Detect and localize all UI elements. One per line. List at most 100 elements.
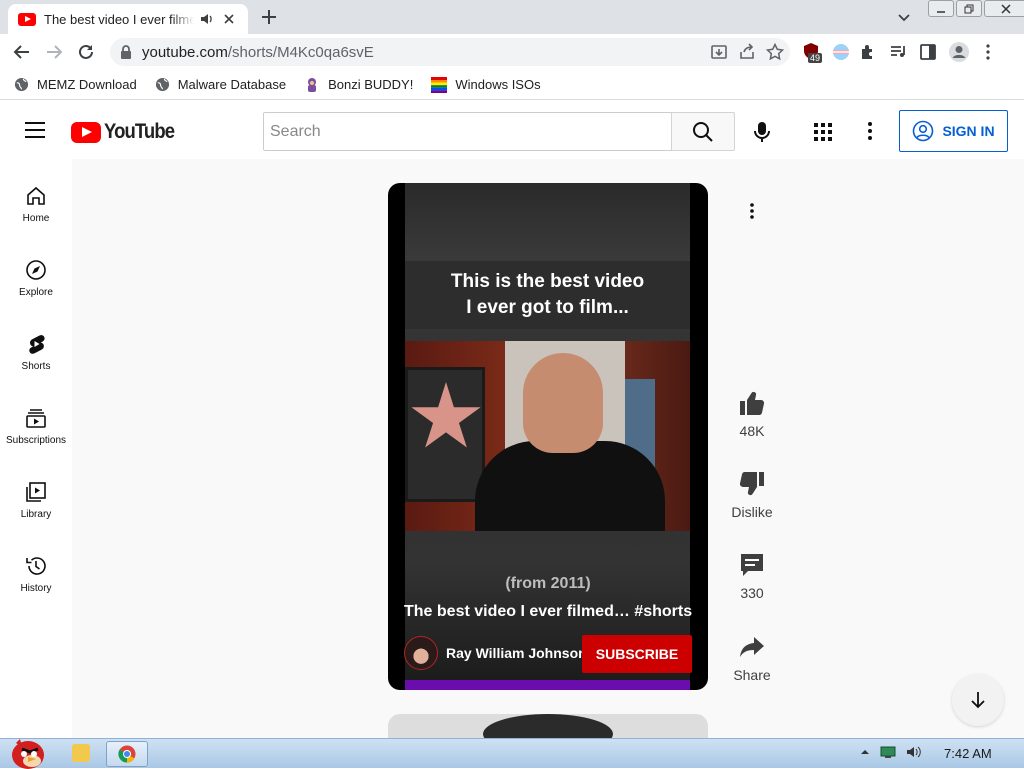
tray-expand-icon[interactable] <box>860 747 870 757</box>
profile-avatar-icon[interactable] <box>946 41 972 63</box>
voice-search-button[interactable] <box>745 115 779 149</box>
sidebar-item-explore[interactable]: Explore <box>0 249 72 313</box>
like-count: 48K <box>739 423 765 439</box>
like-button[interactable]: 48K <box>722 389 782 439</box>
settings-more-icon[interactable] <box>862 119 878 143</box>
youtube-logo[interactable]: YouTube <box>71 120 184 144</box>
lock-icon[interactable] <box>120 45 132 59</box>
bookmark-malware-database[interactable]: Malware Database <box>155 77 286 92</box>
search-button[interactable] <box>671 112 735 151</box>
start-button-angry-bird-icon[interactable] <box>6 731 48 769</box>
arrow-down-icon <box>971 692 985 709</box>
globe-icon <box>155 77 169 92</box>
share-button[interactable]: Share <box>722 633 782 683</box>
bookmark-memz[interactable]: MEMZ Download <box>14 77 137 92</box>
side-panel-icon[interactable] <box>916 43 940 61</box>
sidebar-item-label: Explore <box>19 287 53 298</box>
sign-in-button[interactable]: SIGN IN <box>899 110 1008 152</box>
channel-avatar[interactable] <box>404 636 438 670</box>
restore-button[interactable] <box>956 0 982 17</box>
microphone-icon <box>754 122 770 142</box>
sidebar-item-label: History <box>20 583 52 594</box>
search-input[interactable] <box>270 122 650 141</box>
share-label: Share <box>733 667 771 683</box>
extension-badge: 49 <box>808 53 823 63</box>
url-host: youtube.com <box>142 43 228 61</box>
next-video-button[interactable] <box>952 674 1004 726</box>
rainbow-flag-icon <box>431 76 448 93</box>
taskbar-chrome-button[interactable] <box>106 741 148 767</box>
video-progress-bar[interactable] <box>405 680 690 690</box>
bookmark-windows-isos[interactable]: Windows ISOs <box>431 76 541 93</box>
compass-icon <box>26 260 46 280</box>
ublock-extension-button[interactable]: 49 <box>800 38 826 66</box>
minimize-button[interactable] <box>928 0 954 17</box>
bookmark-label: MEMZ Download <box>37 77 137 92</box>
youtube-wordmark: YouTube <box>104 120 175 143</box>
comment-count: 330 <box>740 585 764 601</box>
channel-info[interactable]: Ray William Johnson <box>404 636 587 670</box>
system-tray <box>860 745 922 759</box>
tab-audio-icon[interactable] <box>200 12 214 26</box>
sidebar-item-shorts[interactable]: Shorts <box>0 323 72 387</box>
more-options-icon[interactable] <box>742 201 762 221</box>
sidebar-item-label: Home <box>22 213 50 224</box>
forward-arrow-icon <box>47 45 63 59</box>
reload-button[interactable] <box>72 38 100 66</box>
back-button[interactable] <box>8 38 36 66</box>
bookmark-star-icon[interactable] <box>766 43 784 61</box>
share-page-icon[interactable] <box>738 43 756 61</box>
shorts-feed: This is the best video I ever got to fil… <box>72 159 1024 744</box>
sidebar-item-history[interactable]: History <box>0 545 72 609</box>
forward-button[interactable] <box>40 38 68 66</box>
address-bar[interactable]: youtube.com/shorts/M4Kc0qa6svE <box>110 38 790 66</box>
apps-grid-icon[interactable] <box>812 121 834 143</box>
extensions-puzzle-icon[interactable] <box>856 43 880 61</box>
sidebar-item-subscriptions[interactable]: Subscriptions <box>0 397 72 461</box>
install-app-icon[interactable] <box>710 43 728 61</box>
dislike-button[interactable]: Dislike <box>722 470 782 520</box>
walk-of-fame-star <box>411 382 481 448</box>
search-box[interactable] <box>263 112 672 151</box>
comments-button[interactable]: 330 <box>722 551 782 601</box>
sidebar-item-home[interactable]: Home <box>0 175 72 239</box>
network-icon[interactable] <box>880 745 896 759</box>
short-title[interactable]: The best video I ever filmed… #shorts <box>404 603 692 621</box>
volume-icon[interactable] <box>906 745 922 759</box>
subscriptions-icon <box>26 409 46 428</box>
bonzi-ape-icon <box>308 77 317 92</box>
browser-tab[interactable]: The best video I ever filmed… #shorts - … <box>8 4 248 34</box>
new-tab-icon[interactable] <box>260 8 278 26</box>
chrome-menu-icon[interactable] <box>978 43 998 61</box>
sign-in-label: SIGN IN <box>942 123 995 139</box>
search-icon <box>693 121 713 142</box>
tab-title: The best video I ever filmed… #shorts - … <box>44 11 194 27</box>
tab-search-chevron-icon[interactable] <box>896 9 912 25</box>
bookmark-label: Malware Database <box>177 77 287 92</box>
clock[interactable]: 7:42 AM <box>944 746 992 761</box>
guide-sidebar: Home Explore Shorts Subscriptions Librar… <box>0 159 72 738</box>
youtube-masthead: YouTube SIGN IN <box>0 101 1024 159</box>
media-control-icon[interactable] <box>886 43 910 61</box>
flag-extension-icon[interactable] <box>832 43 850 61</box>
address-url: youtube.com/shorts/M4Kc0qa6svE <box>142 44 374 61</box>
scene-person-head <box>523 353 603 453</box>
bookmark-label: Windows ISOs <box>455 77 541 92</box>
thumbs-up-icon <box>740 391 765 416</box>
quick-launch-explorer-icon[interactable] <box>72 744 90 762</box>
bookmark-bonzi-buddy[interactable]: Bonzi BUDDY! <box>304 77 413 93</box>
home-icon <box>27 186 45 205</box>
close-window-button[interactable] <box>984 0 1024 17</box>
channel-name[interactable]: Ray William Johnson <box>446 645 587 661</box>
tab-close-icon[interactable] <box>222 12 236 26</box>
browser-toolbar: youtube.com/shorts/M4Kc0qa6svE 49 <box>0 34 1024 70</box>
video-scene <box>405 341 690 531</box>
sidebar-item-label: Subscriptions <box>5 435 67 446</box>
hamburger-menu-icon[interactable] <box>24 121 46 139</box>
scene-person-body <box>475 441 665 531</box>
sidebar-item-library[interactable]: Library <box>0 471 72 535</box>
subscribe-button[interactable]: SUBSCRIBE <box>582 635 692 673</box>
account-circle-icon <box>913 120 934 142</box>
thumbs-down-icon <box>739 471 764 496</box>
shorts-player[interactable]: This is the best video I ever got to fil… <box>388 183 708 690</box>
